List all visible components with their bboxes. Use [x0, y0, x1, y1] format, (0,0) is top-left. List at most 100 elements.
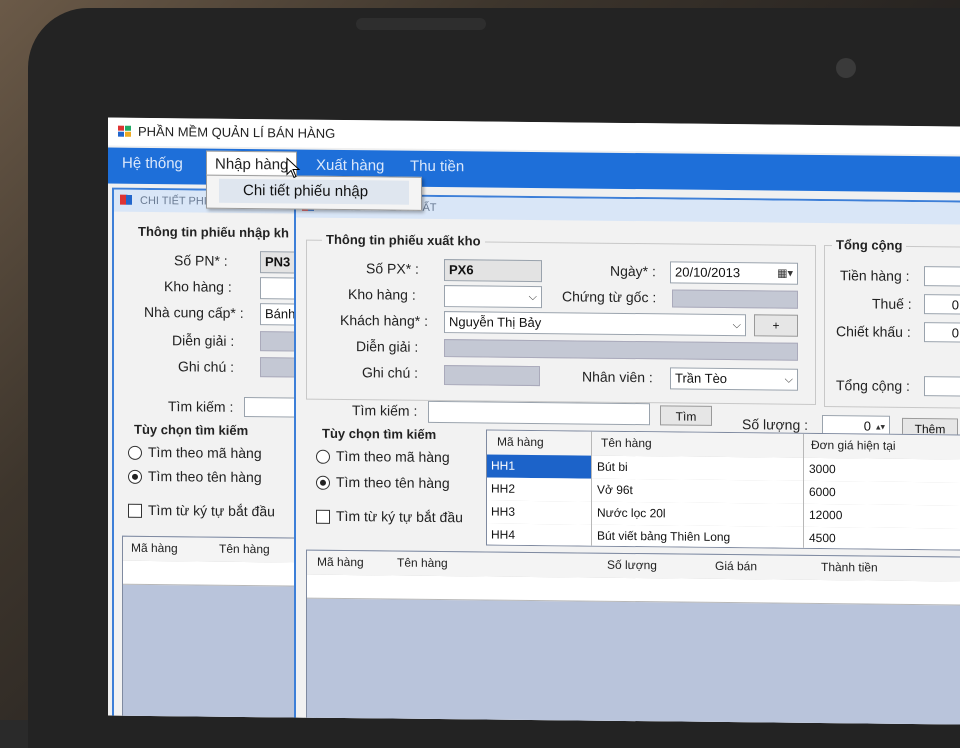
kho-hang-label: Kho hàng : [164, 278, 232, 295]
ncc-label: Nhà cung cấp* : [144, 303, 244, 321]
tim-kiem-input[interactable] [428, 400, 650, 426]
grid-header: Mã hàng Tên hàng [123, 536, 303, 564]
nhan-vien-label: Nhân viên : [582, 368, 653, 386]
radio-ten-hang-label: Tìm theo tên hàng [148, 467, 262, 486]
cell-ma-hang: HH4 [491, 527, 516, 542]
column-divider [803, 433, 804, 548]
checkbox-ky-tu-bat-dau[interactable] [128, 503, 142, 518]
cell-don-gia: 3000 [809, 461, 836, 477]
col-ten-hang: Tên hàng [219, 541, 270, 557]
nhan-vien-value: Trần Tèo [675, 370, 728, 387]
radio-ten-hang-label: Tìm theo tên hàng [336, 473, 450, 492]
chung-tu-field[interactable] [672, 289, 798, 309]
webcam-icon [836, 58, 856, 78]
so-px-field[interactable]: PX6 [444, 259, 542, 283]
calendar-icon[interactable]: ▦▾ [777, 264, 793, 284]
cell-ten-hang: Vở 96t [597, 482, 633, 498]
invoice-detail-grid[interactable]: Mã hàng Tên hàng Số lượng Giá bán Thành … [306, 549, 960, 725]
tien-hang-label: Tiền hàng : [840, 267, 910, 284]
product-grid[interactable]: Mã hàng Tên hàng Đơn giá hiện tại HH1 Bú… [486, 429, 960, 551]
chevron-down-icon: ⌵ [732, 319, 741, 332]
ghi-chu-field[interactable] [444, 365, 540, 387]
cell-ten-hang: Bút bi [597, 459, 628, 474]
column-divider [591, 431, 592, 546]
col-don-gia: Đơn giá hiện tại [811, 437, 896, 453]
cell-ma-hang: HH1 [491, 458, 516, 473]
tuy-chon-label: Tùy chọn tìm kiếm [322, 425, 437, 442]
window-icon [120, 194, 132, 205]
tuy-chon-label: Tùy chọn tìm kiếm [134, 421, 249, 439]
col-gia-ban: Giá bán [715, 558, 758, 574]
tim-kiem-label: Tìm kiếm : [168, 398, 234, 415]
so-luong-value: 0 [863, 418, 871, 434]
radio-ma-hang[interactable] [128, 445, 142, 460]
tim-button[interactable]: Tìm [660, 405, 712, 426]
kho-hang-select[interactable]: ⌵ [444, 285, 542, 309]
col-ten-hang: Tên hàng [397, 555, 448, 571]
so-px-label: Số PX* : [366, 260, 419, 277]
cell-ma-hang: HH2 [491, 481, 516, 496]
phieu-nhap-window: CHI TIẾT PHIẾU NHẬP Thông tin phiếu nhập… [112, 187, 316, 725]
menu-chi-tiet-phieu-nhap[interactable]: Chi tiết phiếu nhập [219, 178, 409, 205]
dien-giai-label: Diễn giải : [356, 338, 419, 355]
chiet-khau-field[interactable]: 0 [924, 322, 960, 343]
table-row[interactable]: HH4 Bút viết bảng Thiên Long 4500 [487, 523, 960, 551]
tim-kiem-label: Tìm kiếm : [352, 402, 418, 419]
phieu-nhap-grid[interactable]: Mã hàng Tên hàng [122, 535, 304, 725]
nhap-hang-dropdown: Chi tiết phiếu nhập [206, 174, 422, 211]
app-icon [118, 125, 132, 138]
add-customer-button[interactable]: + [754, 314, 798, 337]
checkbox-ky-tu-bat-dau[interactable] [316, 509, 330, 524]
menu-xuat-hang[interactable]: Xuất hàng [316, 157, 384, 175]
chiet-khau-label: Chiết khấu : [836, 323, 911, 340]
phieu-xuat-section: Thông tin phiếu xuất kho [322, 231, 485, 249]
kho-hang-label: Kho hàng : [348, 286, 416, 303]
cell-ma-hang: HH3 [491, 504, 516, 519]
tien-hang-field[interactable] [924, 266, 960, 287]
chung-tu-label: Chứng từ gốc : [562, 288, 657, 306]
chevron-down-icon: ⌵ [784, 373, 793, 386]
col-ma-hang: Mã hàng [317, 554, 364, 570]
chevron-down-icon: ⌵ [528, 290, 537, 304]
radio-ten-hang[interactable] [128, 469, 142, 484]
radio-ten-hang[interactable] [316, 475, 330, 490]
radio-ma-hang[interactable] [316, 449, 330, 464]
ghi-chu-label: Ghi chú : [178, 358, 235, 375]
checkbox-ky-tu-label: Tìm từ ký tự bắt đầu [148, 501, 275, 520]
cell-don-gia: 12000 [809, 507, 843, 523]
checkbox-ky-tu-label: Tìm từ ký tự bắt đầu [336, 507, 463, 526]
cell-ten-hang: Nước lọc 20l [597, 505, 666, 521]
ngay-value: 20/10/2013 [675, 264, 741, 281]
radio-ma-hang-label: Tìm theo mã hàng [148, 443, 262, 462]
ngay-label: Ngày* : [610, 262, 656, 280]
so-pn-label: Số PN* : [174, 252, 228, 269]
so-luong-label: Số lượng : [742, 416, 809, 433]
app-screen: PHẦN MỀM QUẢN LÍ BÁN HÀNG Hệ thống Nhập … [108, 117, 960, 725]
tong-cong-group-title: Tổng cộng [832, 237, 907, 253]
bezel-notch [356, 18, 486, 30]
app-title: PHẦN MỀM QUẢN LÍ BÁN HÀNG [138, 123, 336, 141]
table-row[interactable] [123, 560, 303, 587]
radio-ma-hang-label: Tìm theo mã hàng [336, 447, 450, 466]
khach-hang-label: Khách hàng* : [340, 311, 428, 329]
khach-hang-select[interactable]: Nguyễn Thị Bảy ⌵ [444, 311, 746, 337]
khach-hang-value: Nguyễn Thị Bảy [449, 314, 542, 331]
cell-don-gia: 4500 [809, 530, 836, 546]
menu-thu-tien[interactable]: Thu tiền [410, 158, 464, 176]
dien-giai-field[interactable] [444, 339, 798, 361]
col-ma-hang: Mã hàng [497, 434, 544, 450]
tong-cong-field[interactable] [924, 376, 960, 397]
nhan-vien-select[interactable]: Trần Tèo ⌵ [670, 367, 798, 391]
col-so-luong: Số lượng [607, 557, 657, 573]
phieu-xuat-window: CHI TIẾT PHIẾU XUẤT Thông tin phiếu xuất… [294, 193, 960, 725]
ghi-chu-label: Ghi chú : [362, 364, 419, 381]
dien-giai-label: Diễn giải : [172, 332, 235, 349]
cell-don-gia: 6000 [809, 484, 836, 500]
tong-cong-label: Tổng cộng : [836, 377, 910, 394]
menu-he-thong[interactable]: Hệ thống [122, 155, 183, 173]
col-ten-hang: Tên hàng [601, 435, 652, 451]
phieu-nhap-section: Thông tin phiếu nhập kh [138, 223, 289, 241]
col-ma-hang: Mã hàng [131, 540, 178, 556]
thue-field[interactable]: 0 [924, 294, 960, 315]
ngay-datepicker[interactable]: 20/10/2013 ▦▾ [670, 261, 798, 285]
